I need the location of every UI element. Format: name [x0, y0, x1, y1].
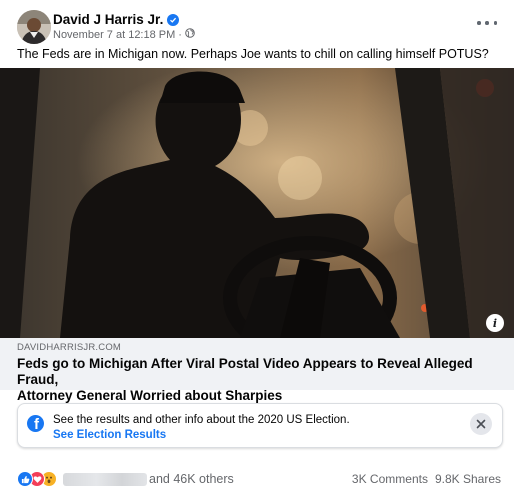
reaction-summary[interactable]: and 46K others: [17, 471, 234, 487]
post-header: David J Harris Jr. November 7 at 12:18 P…: [17, 10, 514, 44]
link-caption[interactable]: DAVIDHARRISJR.COM Feds go to Michigan Af…: [0, 338, 514, 403]
blurred-reactor-name: [63, 472, 147, 486]
globe-icon: [185, 28, 195, 41]
meta-separator: ·: [178, 28, 182, 41]
info-icon: i: [492, 316, 498, 330]
post-meta: November 7 at 12:18 PM ·: [53, 28, 195, 41]
facebook-logo-glyph: f: [34, 416, 39, 432]
close-election-card-button[interactable]: [470, 413, 492, 435]
post-timestamp[interactable]: November 7 at 12:18 PM: [53, 29, 175, 41]
more-dot: [485, 21, 489, 25]
more-options-button[interactable]: [477, 16, 497, 30]
election-notice-text: See the results and other info about the…: [53, 414, 350, 426]
more-dot: [493, 21, 497, 25]
facebook-logo-icon: f: [27, 415, 44, 432]
author-avatar[interactable]: [17, 10, 51, 44]
verified-badge-icon: [167, 13, 180, 26]
author-name-text[interactable]: David J Harris Jr.: [53, 12, 163, 27]
link-title-line: Feds go to Michigan After Viral Postal V…: [17, 356, 473, 387]
engagement-counts: 3K Comments 9.8K Shares: [352, 472, 501, 486]
election-results-link[interactable]: See Election Results: [53, 429, 166, 441]
author-name[interactable]: David J Harris Jr.: [53, 12, 180, 27]
comments-count[interactable]: 3K Comments: [352, 472, 428, 486]
shares-count[interactable]: 9.8K Shares: [435, 472, 501, 486]
reaction-others-count[interactable]: and 46K others: [149, 472, 234, 486]
link-preview-image[interactable]: i: [0, 68, 514, 338]
close-icon: [476, 419, 486, 429]
link-title-line: Attorney General Worried about Sharpies: [17, 388, 283, 403]
facebook-post: David J Harris Jr. November 7 at 12:18 P…: [0, 0, 514, 493]
election-info-card: f See the results and other info about t…: [17, 403, 503, 448]
link-title[interactable]: Feds go to Michigan After Viral Postal V…: [17, 356, 497, 404]
like-reaction-icon: [17, 471, 33, 487]
post-text: The Feds are in Michigan now. Perhaps Jo…: [17, 47, 489, 61]
more-dot: [477, 21, 481, 25]
info-button[interactable]: i: [486, 314, 504, 332]
link-domain: DAVIDHARRISJR.COM: [17, 342, 122, 353]
